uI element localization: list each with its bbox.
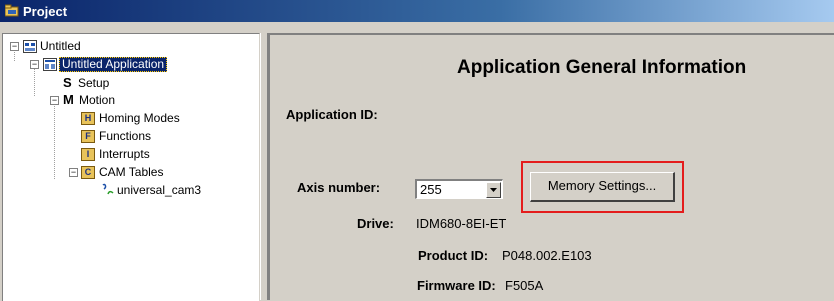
collapse-toggle[interactable]: − xyxy=(50,96,59,105)
cam-curve-icon xyxy=(102,183,114,195)
window-title: Project xyxy=(23,4,68,19)
homing-modes-icon: H xyxy=(81,112,95,125)
tree-node-label: Motion xyxy=(79,93,116,107)
tree-node-label: Untitled Application xyxy=(59,57,168,72)
tree-node-universal-cam3[interactable]: universal_cam3 xyxy=(3,182,253,198)
application-info-panel: Application General Information Applicat… xyxy=(268,33,834,300)
tree-node-label: Homing Modes xyxy=(99,111,180,125)
motion-icon: M xyxy=(63,92,74,107)
project-icon xyxy=(5,4,19,17)
drive-value: IDM680-8EI-ET xyxy=(416,216,507,231)
dropdown-button[interactable] xyxy=(486,182,501,198)
collapse-toggle[interactable]: − xyxy=(69,168,78,177)
tree-node-interrupts[interactable]: I Interrupts xyxy=(3,146,253,162)
cam-tables-icon: C xyxy=(81,166,95,179)
axis-number-value: 255 xyxy=(420,182,442,197)
tree-node-root[interactable]: − Untitled xyxy=(3,38,253,54)
project-root-icon xyxy=(23,40,37,53)
chevron-down-icon xyxy=(490,188,497,192)
project-titlebar: Project xyxy=(0,0,834,22)
functions-icon: F xyxy=(81,130,95,143)
collapse-toggle[interactable]: − xyxy=(30,60,39,69)
tree-node-label: Setup xyxy=(78,76,110,90)
tree-node-label: Untitled xyxy=(40,39,81,53)
product-id-label: Product ID: xyxy=(418,248,489,263)
product-id-value: P048.002.E103 xyxy=(502,248,592,263)
drive-label: Drive: xyxy=(357,216,394,231)
application-id-label: Application ID: xyxy=(286,107,378,122)
application-icon xyxy=(43,58,57,71)
tree-node-label: CAM Tables xyxy=(99,165,164,179)
page-title: Application General Information xyxy=(457,57,747,78)
axis-number-label: Axis number: xyxy=(297,180,381,195)
firmware-id-value: F505A xyxy=(505,278,544,293)
tree-node-label: Functions xyxy=(99,129,152,143)
tree-node-motion[interactable]: − M Motion xyxy=(3,92,253,108)
tree-node-setup[interactable]: S Setup xyxy=(3,75,253,91)
tree-node-application[interactable]: − Untitled Application xyxy=(3,56,253,72)
collapse-toggle[interactable]: − xyxy=(10,42,19,51)
tree-node-homing-modes[interactable]: H Homing Modes xyxy=(3,110,253,126)
tree-node-label: Interrupts xyxy=(99,147,150,161)
tree-node-cam-tables[interactable]: − C CAM Tables xyxy=(3,164,253,180)
tree-node-label: universal_cam3 xyxy=(117,183,202,197)
project-tree[interactable]: − Untitled − Untitled Application S Setu… xyxy=(2,33,260,301)
firmware-id-label: Firmware ID: xyxy=(417,278,496,293)
pane-splitter[interactable] xyxy=(260,33,268,300)
tree-node-functions[interactable]: F Functions xyxy=(3,128,253,144)
memory-settings-button[interactable]: Memory Settings... xyxy=(530,172,675,202)
setup-icon: S xyxy=(63,75,72,90)
interrupts-icon: I xyxy=(81,148,95,161)
axis-number-select[interactable]: 255 xyxy=(415,179,503,199)
